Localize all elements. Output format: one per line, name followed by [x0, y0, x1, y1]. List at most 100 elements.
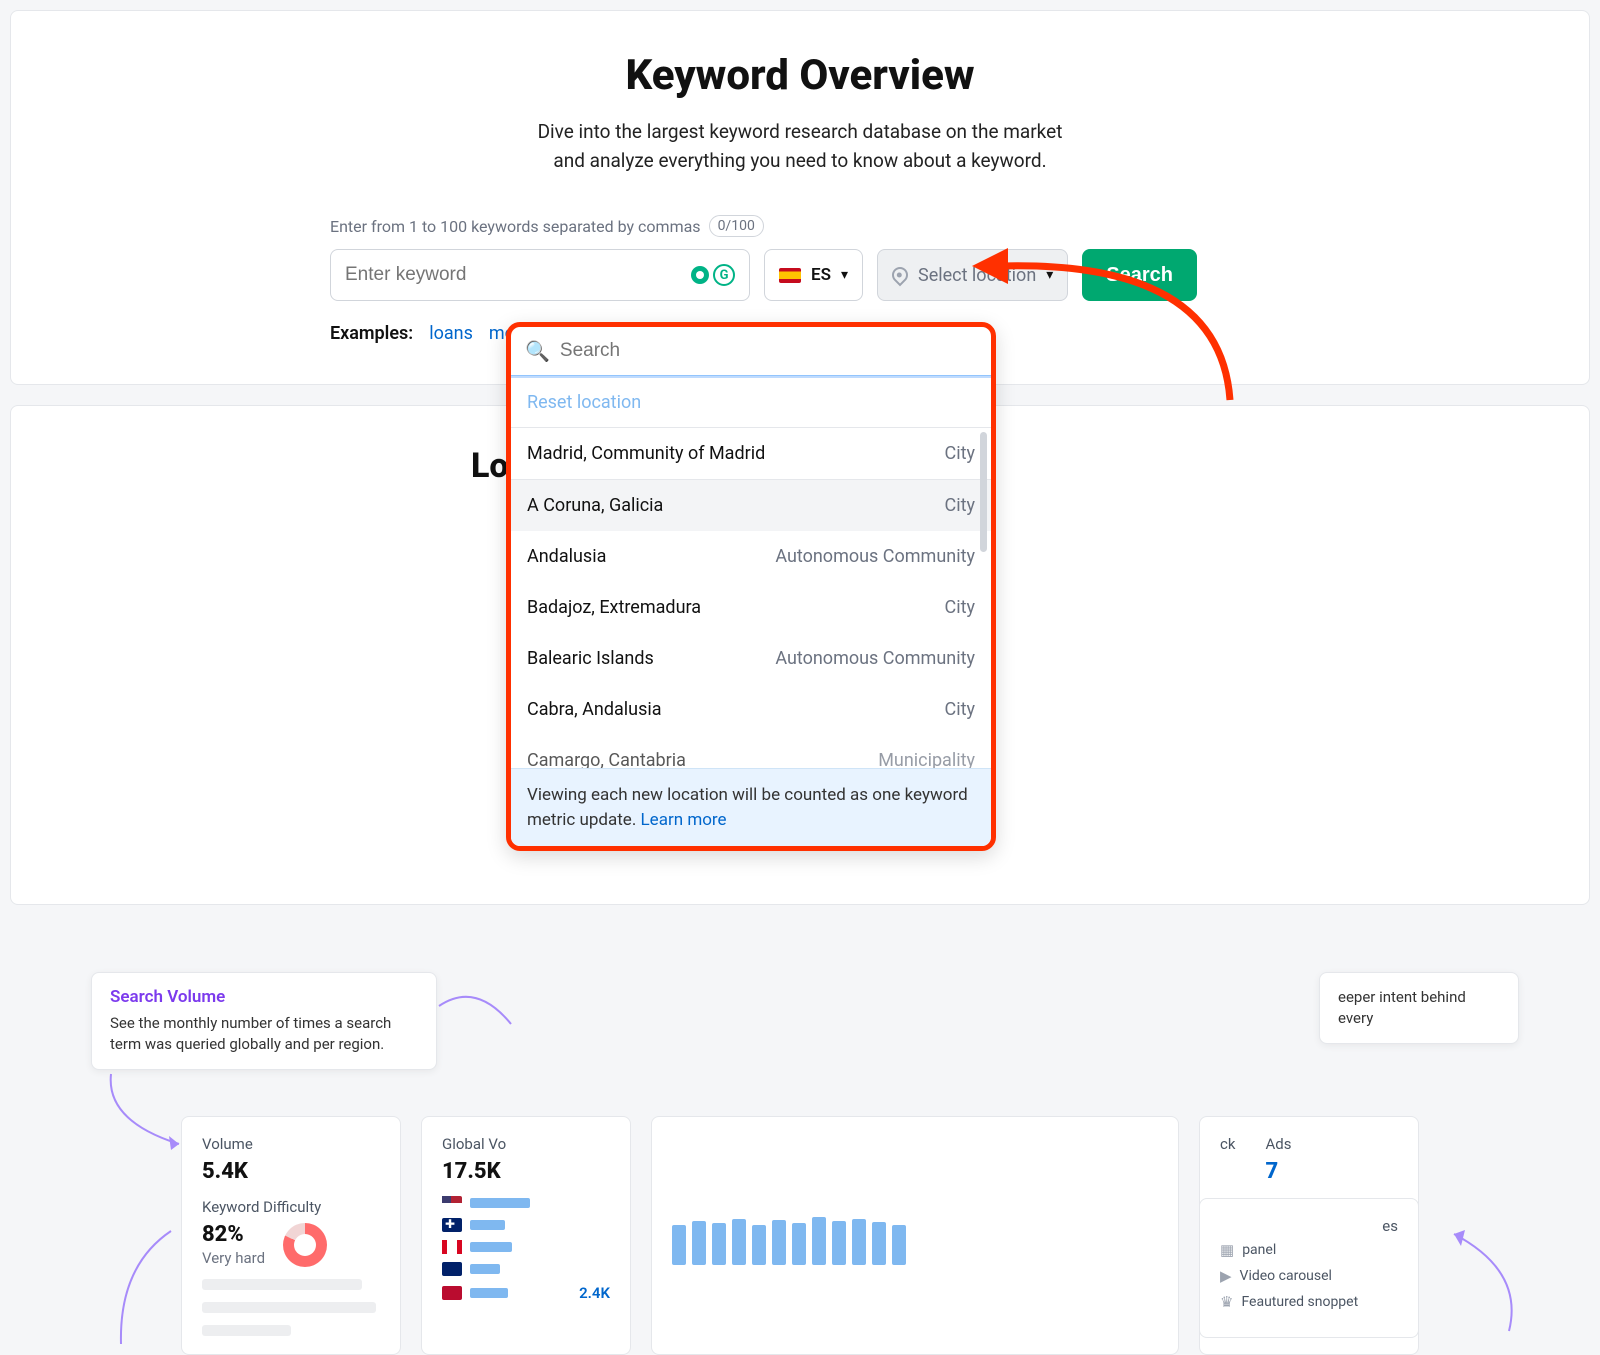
- info-text-partial: eeper intent behind every: [1338, 987, 1500, 1029]
- trend-bars: [672, 1215, 1158, 1265]
- page-subtitle: Dive into the largest keyword research d…: [41, 118, 1559, 175]
- serp-features-card: es ▦ panel ▶Video carousel ♛ Feautured sno…: [1199, 1198, 1419, 1338]
- info-box-search-volume: Search Volume See the monthly number of …: [91, 972, 437, 1070]
- location-name: A Coruna, Galicia: [527, 495, 663, 516]
- ads-value: 7: [1265, 1159, 1291, 1184]
- volume-card: Volume 5.4K Keyword Difficulty 82% Very …: [181, 1116, 401, 1355]
- gv-label: Global Vo: [442, 1135, 610, 1153]
- dropdown-item[interactable]: Andalusia Autonomous Community: [511, 531, 991, 582]
- panel-icon: ▦: [1220, 1241, 1234, 1259]
- country-bar: [442, 1196, 610, 1210]
- ck-label: ck: [1220, 1135, 1235, 1153]
- skeleton-bar: [202, 1302, 376, 1313]
- keyword-input[interactable]: [345, 264, 691, 286]
- serp-text: Feautured snoppet: [1241, 1294, 1358, 1310]
- location-name: Madrid, Community of Madrid: [527, 443, 765, 464]
- location-type: Autonomous Community: [775, 546, 975, 567]
- crown-icon: ♛: [1220, 1293, 1233, 1311]
- info-box-intent: eeper intent behind every: [1319, 972, 1519, 1044]
- dropdown-item[interactable]: A Coruna, Galicia City: [511, 480, 991, 531]
- dropdown-list[interactable]: Madrid, Community of Madrid City A Corun…: [511, 428, 991, 768]
- location-name: Cabra, Andalusia: [527, 699, 662, 720]
- flag-au-icon: [442, 1262, 462, 1276]
- learn-more-link[interactable]: Learn more: [641, 810, 727, 830]
- example-link-loans[interactable]: loans: [429, 323, 473, 344]
- location-type: City: [945, 597, 976, 618]
- location-type: City: [945, 443, 976, 464]
- connector-arrow-icon: [431, 976, 551, 1096]
- flag-no-icon: [442, 1286, 462, 1300]
- flag-es-icon: [779, 268, 801, 283]
- bar: [470, 1242, 512, 1252]
- location-type: City: [945, 699, 976, 720]
- dropdown-item[interactable]: Badajoz, Extremadura City: [511, 582, 991, 633]
- info-text: See the monthly number of times a search…: [110, 1013, 418, 1055]
- kd-row: 82% Very hard: [202, 1222, 380, 1267]
- input-icons: G: [691, 264, 735, 286]
- examples-label: Examples:: [330, 323, 413, 344]
- notice-text: Viewing each new location will be counte…: [527, 785, 968, 830]
- grammarly-icon[interactable]: G: [713, 264, 735, 286]
- flag-gb-icon: [442, 1218, 462, 1232]
- dropdown-item[interactable]: Camargo, Cantabria Municipality: [511, 735, 991, 768]
- kd-sub: Very hard: [202, 1249, 265, 1267]
- input-label: Enter from 1 to 100 keywords separated b…: [330, 217, 701, 236]
- bar: [470, 1264, 500, 1274]
- serp-text: Video carousel: [1240, 1268, 1332, 1284]
- location-name: Balearic Islands: [527, 648, 654, 669]
- kd-percent: 82%: [202, 1222, 265, 1247]
- location-name: Badajoz, Extremadura: [527, 597, 701, 618]
- skeleton-bar: [202, 1279, 362, 1290]
- keyword-input-wrap[interactable]: G: [330, 249, 750, 301]
- scrollbar-thumb[interactable]: [980, 432, 987, 552]
- location-name: Andalusia: [527, 546, 606, 567]
- location-type: Municipality: [878, 750, 975, 768]
- global-volume-card: Global Vo 17.5K 2.4K: [421, 1116, 631, 1355]
- dropdown-item[interactable]: Cabra, Andalusia City: [511, 684, 991, 735]
- info-title: Search Volume: [110, 987, 418, 1007]
- flag-us-icon: [442, 1196, 462, 1210]
- search-button[interactable]: Search: [1082, 249, 1197, 301]
- location-dropdown: 🔍 Reset location Madrid, Community of Ma…: [506, 322, 996, 851]
- location-placeholder: Select location: [918, 265, 1036, 286]
- search-icon: 🔍: [525, 339, 550, 363]
- country-bar: [442, 1262, 610, 1276]
- page-title: Keyword Overview: [41, 51, 1559, 100]
- volume-value: 5.4K: [202, 1159, 380, 1184]
- chevron-down-icon: ▾: [1046, 267, 1053, 283]
- dropdown-search-input[interactable]: [560, 340, 977, 362]
- input-row: G ES ▾ Select location ▾ Search: [330, 249, 1270, 301]
- database-select[interactable]: ES ▾: [764, 249, 863, 301]
- serp-feature-item: ▶Video carousel: [1220, 1267, 1398, 1285]
- skeleton-bar: [202, 1325, 291, 1336]
- location-type: Autonomous Community: [775, 648, 975, 669]
- flag-ca-icon: [442, 1240, 462, 1254]
- country-bar: 2.4K: [442, 1284, 610, 1302]
- country-bar: [442, 1240, 610, 1254]
- dropdown-notice: Viewing each new location will be counte…: [511, 768, 991, 846]
- chevron-down-icon: ▾: [841, 267, 848, 283]
- dropdown-reset[interactable]: Reset location: [511, 378, 991, 428]
- dropdown-item[interactable]: Madrid, Community of Madrid City: [511, 428, 991, 480]
- country-bar: [442, 1218, 610, 1232]
- location-type: City: [945, 495, 976, 516]
- kd-donut-icon: [283, 1223, 327, 1267]
- bar: [470, 1288, 508, 1298]
- location-select[interactable]: Select location ▾: [877, 249, 1068, 301]
- serp-feature-item: ▦ panel: [1220, 1241, 1398, 1259]
- bar-value: 2.4K: [579, 1284, 610, 1302]
- dropdown-search-row: 🔍: [511, 327, 991, 375]
- bar: [470, 1220, 505, 1230]
- ads-label: Ads: [1265, 1135, 1291, 1153]
- serp-label-partial: es: [1220, 1217, 1398, 1235]
- bulb-icon[interactable]: [691, 266, 709, 284]
- serp-text: panel: [1242, 1242, 1276, 1258]
- location-pin-icon: [889, 264, 912, 287]
- keyword-counter: 0/100: [709, 215, 764, 237]
- database-code: ES: [811, 265, 831, 285]
- dropdown-item[interactable]: Balearic Islands Autonomous Community: [511, 633, 991, 684]
- serp-feature-item: ♛ Feautured snoppet: [1220, 1293, 1398, 1311]
- location-name: Camargo, Cantabria: [527, 750, 686, 768]
- kd-label: Keyword Difficulty: [202, 1198, 380, 1216]
- input-label-row: Enter from 1 to 100 keywords separated b…: [330, 215, 1270, 237]
